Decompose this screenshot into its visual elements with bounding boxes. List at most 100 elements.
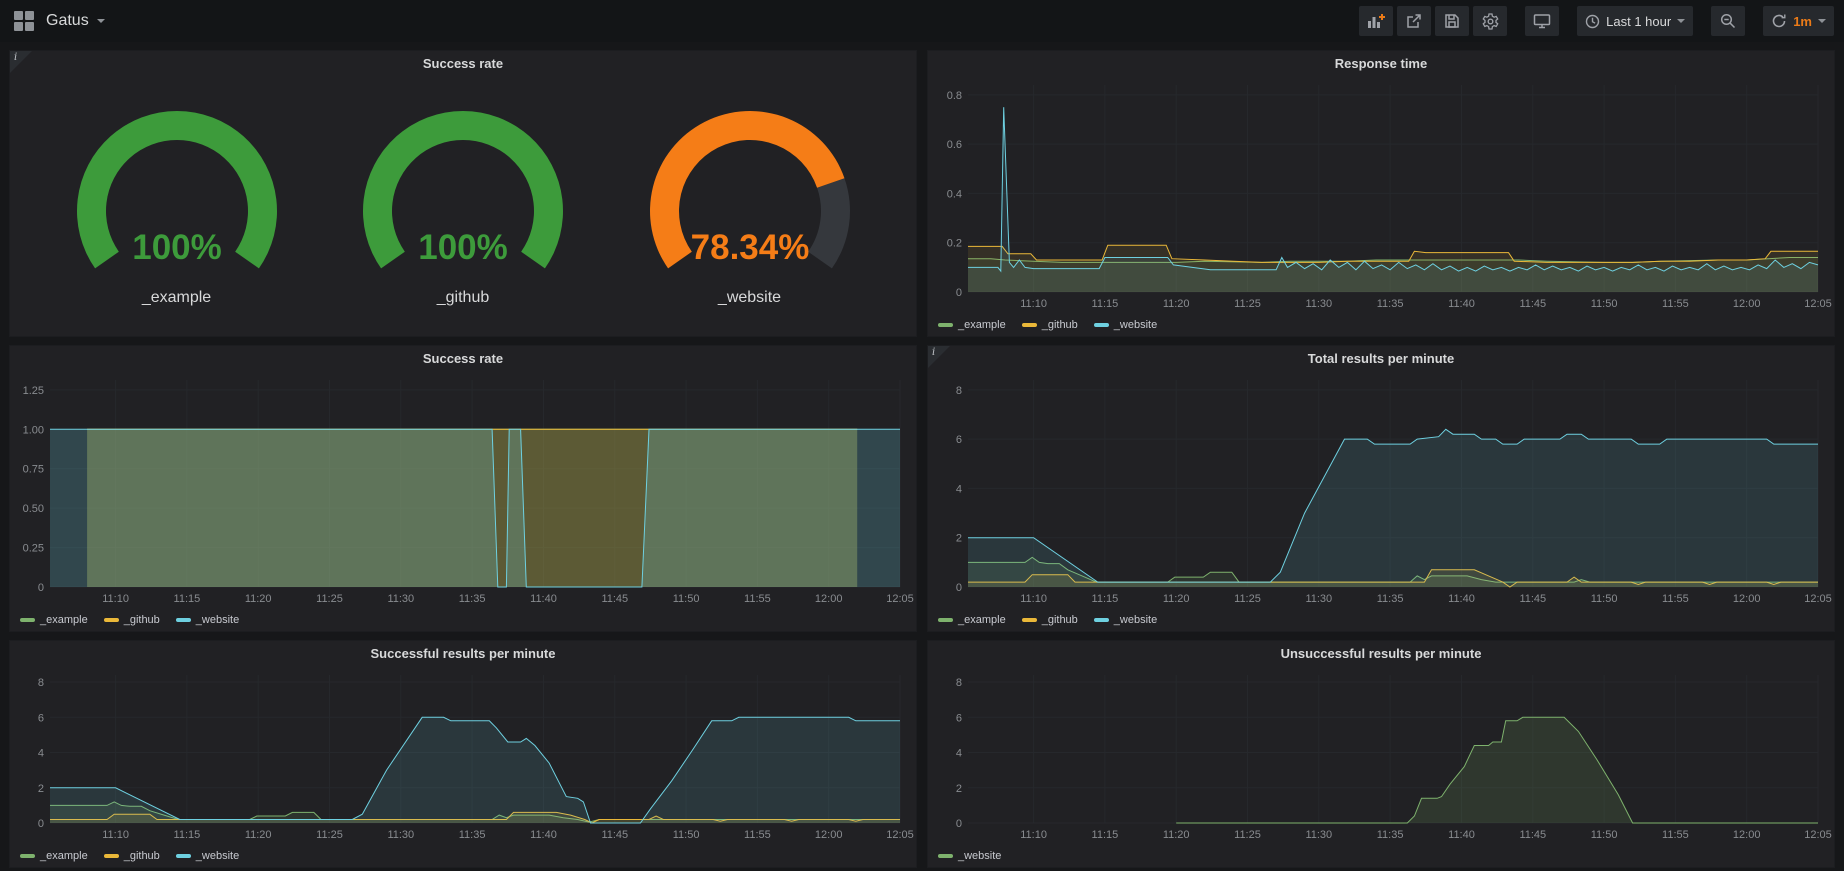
panel-title[interactable]: Success rate	[10, 51, 916, 77]
svg-text:11:55: 11:55	[1662, 829, 1689, 841]
legend-label: _github	[124, 850, 160, 862]
legend-label: _example	[40, 850, 88, 862]
legend-label: _example	[958, 614, 1006, 626]
svg-text:11:30: 11:30	[387, 829, 414, 841]
svg-text:11:10: 11:10	[1020, 829, 1047, 841]
svg-text:12:05: 12:05	[886, 593, 914, 605]
panel-success-rate-timeseries: Success rate 11:1011:1511:2011:2511:3011…	[9, 345, 917, 632]
svg-text:11:35: 11:35	[1377, 298, 1404, 310]
legend-label: _github	[124, 614, 160, 626]
legend-item-_example[interactable]: _example	[20, 850, 88, 862]
legend-swatch	[104, 854, 119, 858]
svg-text:6: 6	[38, 712, 44, 724]
svg-text:11:35: 11:35	[1377, 593, 1404, 605]
zoom-out-button[interactable]	[1711, 6, 1745, 36]
chart-success-rate[interactable]: 11:1011:1511:2011:2511:3011:3511:4011:45…	[10, 372, 916, 609]
time-range-picker[interactable]: Last 1 hour	[1577, 6, 1693, 36]
tv-mode-button[interactable]	[1525, 6, 1559, 36]
gauge-label: _github	[437, 289, 490, 307]
svg-text:2: 2	[956, 533, 962, 545]
svg-text:11:10: 11:10	[1020, 593, 1047, 605]
svg-text:11:30: 11:30	[387, 593, 414, 605]
panel-success-rate-gauges: i Success rate 100%_example100%_github78…	[9, 50, 917, 337]
legend-swatch	[1094, 323, 1109, 327]
chart-response-time[interactable]: 11:1011:1511:2011:2511:3011:3511:4011:45…	[928, 77, 1834, 314]
svg-text:4: 4	[956, 748, 962, 760]
chart-successful-results[interactable]: 11:1011:1511:2011:2511:3011:3511:4011:45…	[10, 667, 916, 845]
save-button[interactable]	[1435, 6, 1469, 36]
svg-text:12:05: 12:05	[1804, 593, 1832, 605]
bar-chart-plus-icon	[1367, 13, 1385, 29]
legend-item-_example[interactable]: _example	[20, 614, 88, 626]
gauge-_website: 78.34%_website	[630, 101, 870, 307]
legend-label: _website	[1114, 614, 1157, 626]
add-panel-button[interactable]	[1359, 6, 1393, 36]
panel-title[interactable]: Unsuccessful results per minute	[928, 641, 1834, 667]
svg-text:0.25: 0.25	[23, 543, 44, 555]
legend-swatch	[176, 854, 191, 858]
svg-text:0.75: 0.75	[23, 464, 44, 476]
chart-unsuccessful-results[interactable]: 11:1011:1511:2011:2511:3011:3511:4011:45…	[928, 667, 1834, 845]
navbar: Gatus	[0, 0, 1844, 42]
gauge-row: 100%_example100%_github78.34%_website	[10, 77, 916, 336]
panel-title[interactable]: Total results per minute	[928, 346, 1834, 372]
panel-unsuccessful-results: Unsuccessful results per minute 11:10 11:…	[927, 640, 1835, 868]
svg-text:11:35: 11:35	[1377, 829, 1404, 841]
legend-swatch	[938, 854, 953, 858]
legend-item-_website[interactable]: _website	[938, 850, 1001, 862]
dashboard-title: Gatus	[46, 12, 89, 30]
panel-total-results: i Total results per minute 11:1011:1511:…	[927, 345, 1835, 632]
svg-text:11:50: 11:50	[1591, 593, 1618, 605]
svg-text:12:00: 12:00	[1733, 593, 1761, 605]
legend: _example _github _website	[928, 609, 1834, 631]
share-button[interactable]	[1397, 6, 1431, 36]
svg-text:11:25: 11:25	[316, 829, 343, 841]
legend-label: _website	[196, 614, 239, 626]
svg-text:11:40: 11:40	[530, 593, 557, 605]
svg-text:11:55: 11:55	[744, 593, 771, 605]
svg-text:11:55: 11:55	[1662, 298, 1689, 310]
legend: _website	[928, 845, 1834, 867]
legend-item-_website[interactable]: _website	[176, 614, 239, 626]
legend-swatch	[104, 618, 119, 622]
legend-label: _github	[1042, 319, 1078, 331]
chevron-down-icon	[1818, 19, 1826, 23]
svg-text:0: 0	[956, 582, 962, 594]
svg-text:1.00: 1.00	[23, 424, 44, 436]
dashboard-title-dropdown[interactable]: Gatus	[46, 12, 105, 30]
grafana-logo-icon[interactable]	[14, 11, 34, 31]
chart-total-results[interactable]: 11:1011:1511:2011:2511:3011:3511:4011:45…	[928, 372, 1834, 609]
legend-item-_github[interactable]: _github	[1022, 614, 1078, 626]
legend-label: _github	[1042, 614, 1078, 626]
legend-item-_website[interactable]: _website	[176, 850, 239, 862]
panel-title[interactable]: Response time	[928, 51, 1834, 77]
svg-text:2: 2	[38, 783, 44, 795]
svg-text:1.25: 1.25	[23, 385, 44, 397]
svg-text:78.34%: 78.34%	[690, 228, 809, 267]
svg-text:11:40: 11:40	[1448, 829, 1475, 841]
legend-item-_website[interactable]: _website	[1094, 614, 1157, 626]
svg-text:11:25: 11:25	[316, 593, 343, 605]
panel-title[interactable]: Success rate	[10, 346, 916, 372]
legend-swatch	[176, 618, 191, 622]
svg-text:11:45: 11:45	[1519, 829, 1546, 841]
legend-item-_github[interactable]: _github	[104, 614, 160, 626]
svg-text:100%: 100%	[418, 228, 508, 267]
svg-text:12:05: 12:05	[1804, 829, 1832, 841]
svg-text:12:00: 12:00	[1733, 298, 1761, 310]
legend-item-_example[interactable]: _example	[938, 614, 1006, 626]
legend-item-_example[interactable]: _example	[938, 319, 1006, 331]
panel-successful-results: Successful results per minute 11:1011:15…	[9, 640, 917, 868]
svg-text:0.8: 0.8	[947, 90, 962, 102]
settings-button[interactable]	[1473, 6, 1507, 36]
svg-text:12:00: 12:00	[815, 829, 843, 841]
legend-item-_website[interactable]: _website	[1094, 319, 1157, 331]
time-range-label: Last 1 hour	[1606, 14, 1671, 29]
legend-item-_github[interactable]: _github	[1022, 319, 1078, 331]
legend-item-_github[interactable]: _github	[104, 850, 160, 862]
legend-label: _example	[40, 614, 88, 626]
refresh-button[interactable]: 1m	[1763, 6, 1834, 36]
panel-title[interactable]: Successful results per minute	[10, 641, 916, 667]
save-icon	[1444, 13, 1460, 29]
svg-text:11:55: 11:55	[1662, 593, 1689, 605]
